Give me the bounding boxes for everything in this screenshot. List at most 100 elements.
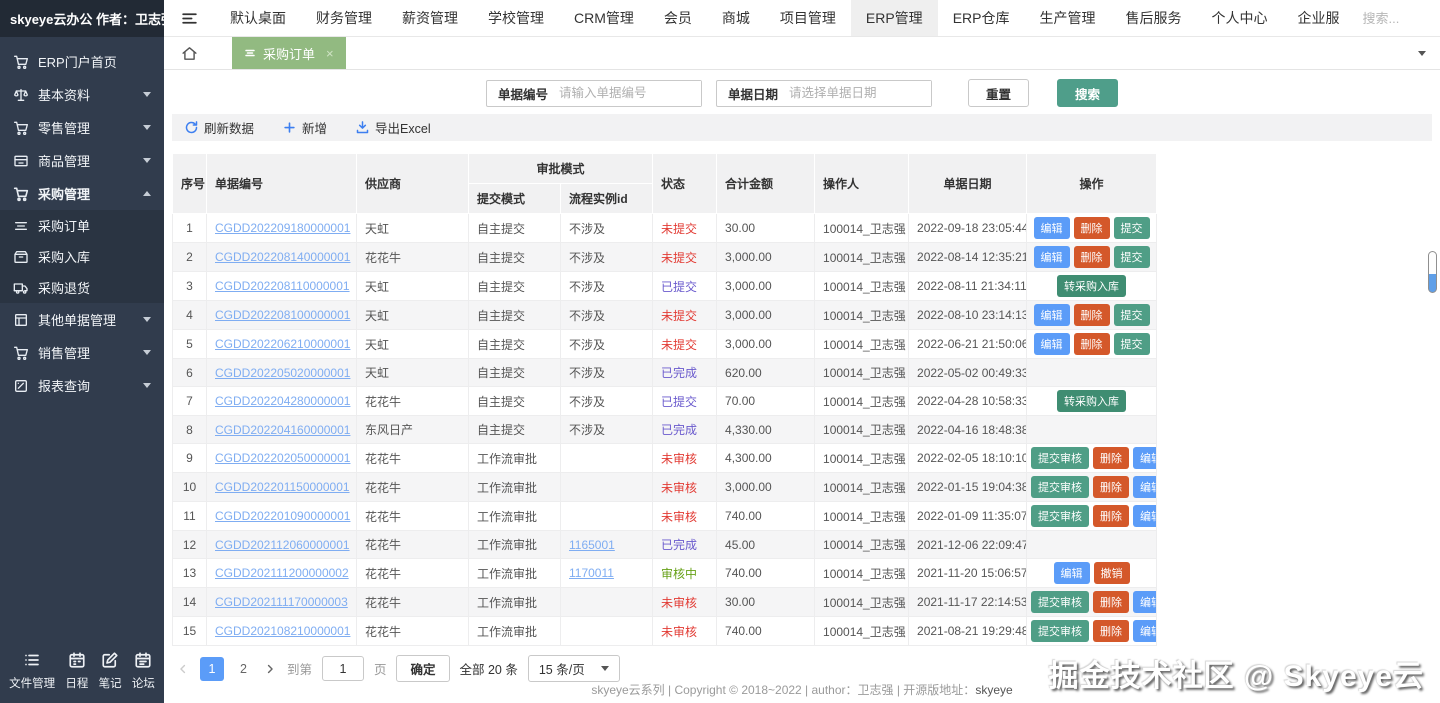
action-submit-review-button[interactable]: 提交审核 — [1031, 505, 1090, 527]
nav-search-input[interactable] — [1362, 10, 1440, 26]
action-edit-button[interactable]: 编辑 — [1133, 620, 1156, 642]
add-button[interactable]: 新增 — [282, 118, 327, 137]
action-delete-button[interactable]: 删除 — [1073, 304, 1110, 326]
scrollbar-thumb[interactable] — [1428, 251, 1437, 293]
next-page-button[interactable] — [263, 662, 277, 676]
action-submit-button[interactable]: 提交 — [1113, 246, 1150, 268]
reset-button[interactable]: 重置 — [968, 79, 1030, 107]
doc-no-input[interactable] — [558, 80, 701, 106]
action-edit-button[interactable]: 编辑 — [1133, 591, 1156, 613]
flow-id-link[interactable]: 1165001 — [569, 538, 615, 552]
sidebar-item-basic-data[interactable]: 基本资料 — [0, 78, 164, 111]
nav-tab[interactable]: 默认桌面 — [215, 0, 301, 36]
action-delete-button[interactable]: 删除 — [1073, 217, 1110, 239]
action-submit-button[interactable]: 提交 — [1113, 333, 1150, 355]
order-code-link[interactable]: CGDD202206210000001 — [215, 337, 350, 351]
action-delete-button[interactable]: 删除 — [1073, 246, 1110, 268]
tab-options-caret[interactable] — [1418, 51, 1426, 56]
sidebar-item-erp-home[interactable]: ERP门户首页 — [0, 45, 164, 78]
nav-tab[interactable]: ERP管理 — [850, 0, 938, 36]
tab-purchase-orders[interactable]: 采购订单 × — [232, 37, 346, 69]
sidebar-item-purchase-inbound[interactable]: 采购入库 — [0, 241, 164, 272]
order-code-link[interactable]: CGDD202202050000001 — [215, 451, 350, 465]
order-code-link[interactable]: CGDD202201150000001 — [215, 480, 350, 494]
nav-tab[interactable]: 薪资管理 — [387, 0, 473, 36]
action-submit-review-button[interactable]: 提交审核 — [1031, 620, 1090, 642]
prev-page-button[interactable] — [176, 662, 190, 676]
nav-tab[interactable]: 个人中心 — [1196, 0, 1282, 36]
nav-tab[interactable]: 企业服 — [1282, 0, 1354, 36]
action-edit-button[interactable]: 编辑 — [1133, 447, 1156, 469]
dock-item-files[interactable]: 文件管理 — [9, 651, 55, 691]
flow-id-link[interactable]: 1170011 — [569, 566, 614, 580]
doc-date-input[interactable] — [789, 80, 931, 106]
action-submit-review-button[interactable]: 提交审核 — [1031, 447, 1090, 469]
action-to-storage-button[interactable]: 转采购入库 — [1057, 275, 1127, 297]
sidebar-item-purchase-orders[interactable]: 采购订单 — [0, 210, 164, 241]
order-code-link[interactable]: CGDD202111170000003 — [215, 595, 348, 609]
action-delete-button[interactable]: 删除 — [1093, 447, 1130, 469]
action-delete-button[interactable]: 删除 — [1093, 591, 1130, 613]
page-size-select[interactable]: 15 条/页 — [527, 655, 620, 682]
refresh-button[interactable]: 刷新数据 — [184, 118, 254, 137]
dock-item-schedule[interactable]: 日程 — [65, 651, 88, 691]
sidebar-item-sales[interactable]: 销售管理 — [0, 336, 164, 369]
action-delete-button[interactable]: 删除 — [1093, 476, 1130, 498]
goto-page-input[interactable] — [321, 656, 364, 681]
nav-tab[interactable]: 学校管理 — [473, 0, 559, 36]
action-edit-button[interactable]: 编辑 — [1053, 562, 1090, 584]
order-code-link[interactable]: CGDD202205020000001 — [215, 366, 350, 380]
order-code-link[interactable]: CGDD202209180000001 — [215, 221, 350, 235]
nav-tab[interactable]: 会员 — [649, 0, 707, 36]
order-code-link[interactable]: CGDD202208100000001 — [215, 308, 350, 322]
order-code-link[interactable]: CGDD202208110000001 — [215, 279, 350, 293]
sidebar-item-purchase-returns[interactable]: 采购退货 — [0, 272, 164, 303]
home-tab-button[interactable] — [164, 37, 215, 69]
order-code-link[interactable]: CGDD202111200000002 — [215, 566, 349, 580]
export-excel-button[interactable]: 导出Excel — [355, 118, 431, 137]
nav-tab[interactable]: 商城 — [707, 0, 765, 36]
goto-confirm-button[interactable]: 确定 — [396, 655, 450, 682]
nav-tab[interactable]: ERP仓库 — [938, 0, 1025, 36]
action-submit-review-button[interactable]: 提交审核 — [1031, 476, 1090, 498]
order-code-link[interactable]: CGDD202204160000001 — [215, 423, 350, 437]
action-revoke-button[interactable]: 撤销 — [1093, 562, 1130, 584]
action-delete-button[interactable]: 删除 — [1093, 505, 1130, 527]
close-icon[interactable]: × — [326, 46, 334, 61]
page-number-1[interactable]: 1 — [200, 656, 224, 681]
sidebar-item-retail[interactable]: 零售管理 — [0, 111, 164, 144]
search-button[interactable]: 搜索 — [1057, 79, 1119, 107]
order-code-cell: CGDD202208140000001 — [206, 242, 357, 272]
action-edit-button[interactable]: 编辑 — [1133, 476, 1156, 498]
action-delete-button[interactable]: 删除 — [1093, 620, 1130, 642]
dock-item-forum[interactable]: 论坛 — [132, 651, 155, 691]
nav-tab[interactable]: 售后服务 — [1110, 0, 1196, 36]
nav-tab[interactable]: 项目管理 — [765, 0, 851, 36]
action-edit-button[interactable]: 编辑 — [1033, 217, 1070, 239]
nav-tab[interactable]: CRM管理 — [559, 0, 649, 36]
order-code-link[interactable]: CGDD202208140000001 — [215, 250, 350, 264]
nav-tab[interactable]: 生产管理 — [1024, 0, 1110, 36]
action-edit-button[interactable]: 编辑 — [1133, 505, 1156, 527]
dock-item-notes[interactable]: 笔记 — [99, 651, 122, 691]
sidebar-item-goods[interactable]: 商品管理 — [0, 144, 164, 177]
order-code-link[interactable]: CGDD202204280000001 — [215, 394, 350, 408]
order-code-link[interactable]: CGDD202112060000001 — [215, 538, 350, 552]
action-to-storage-button[interactable]: 转采购入库 — [1057, 390, 1127, 412]
action-submit-button[interactable]: 提交 — [1113, 304, 1150, 326]
sidebar-item-other-docs[interactable]: 其他单据管理 — [0, 303, 164, 336]
nav-tab[interactable]: 财务管理 — [301, 0, 387, 36]
action-submit-button[interactable]: 提交 — [1113, 217, 1150, 239]
sidebar-item-reports[interactable]: 报表查询 — [0, 369, 164, 402]
supplier-cell: 天虹 — [356, 358, 469, 387]
action-edit-button[interactable]: 编辑 — [1033, 304, 1070, 326]
order-code-link[interactable]: CGDD202201090000001 — [215, 509, 350, 523]
footer-link[interactable]: skyeye — [975, 683, 1012, 697]
action-edit-button[interactable]: 编辑 — [1033, 246, 1070, 268]
action-edit-button[interactable]: 编辑 — [1033, 333, 1070, 355]
action-submit-review-button[interactable]: 提交审核 — [1031, 591, 1090, 613]
page-number-2[interactable]: 2 — [234, 662, 253, 676]
order-code-link[interactable]: CGDD202108210000001 — [215, 624, 350, 638]
sidebar-item-purchase[interactable]: 采购管理 — [0, 177, 164, 210]
action-delete-button[interactable]: 删除 — [1073, 333, 1110, 355]
